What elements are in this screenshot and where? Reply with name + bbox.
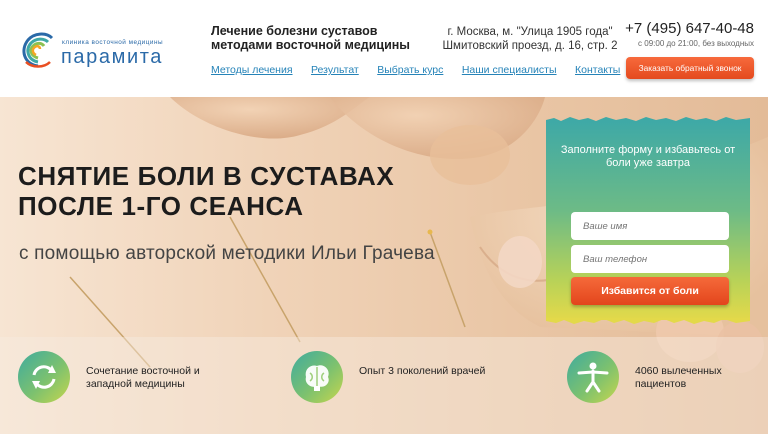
header-tagline: Лечение болезни суставов методами восточ… [211,24,410,52]
site-header: клиника восточной медицины парамита Лече… [0,0,768,97]
form-title: Заполните форму и избавьтесь от боли уже… [560,144,736,169]
phone-input[interactable] [571,245,729,273]
hero-title-line-2: ПОСЛЕ 1-ГО СЕАНСА [18,191,304,221]
logo-name: парамита [61,46,163,68]
refresh-icon [32,365,56,389]
lead-form: Заполните форму и избавьтесь от боли уже… [546,117,750,324]
feature-icon-circle [567,351,619,403]
form-torn-edge-top [546,117,750,123]
name-input[interactable] [571,212,729,240]
feature-text: 4060 вылеченных пациентов [635,365,722,390]
hero-section: СНЯТИЕ БОЛИ В СУСТАВАХ ПОСЛЕ 1-ГО СЕАНСА… [0,97,768,434]
feature-patients: 4060 вылеченных пациентов [567,351,757,407]
hero-title-line-1: СНЯТИЕ БОЛИ В СУСТАВАХ [18,161,395,191]
address: г. Москва, м. "Улица 1905 года" Шмитовск… [440,25,620,53]
phone-number[interactable]: +7 (495) 647-40-48 [618,20,754,37]
feature-text: Опыт 3 поколений врачей [359,365,486,377]
main-nav: Методы лечения Результат Выбрать курс На… [211,60,620,76]
person-stretch-icon [577,362,609,393]
address-line-street: Шмитовский проезд, д. 16, стр. 2 [442,40,618,52]
feature-icon-circle [291,351,343,403]
callback-button[interactable]: Заказать обратный звонок [626,57,754,79]
nav-link-specialists[interactable]: Наши специалисты [462,64,557,76]
feature-experience: Опыт 3 поколений врачей [291,351,511,407]
brain-icon [305,365,329,391]
working-hours: с 09:00 до 21:00, без выходных [638,39,754,48]
nav-link-contacts[interactable]: Контакты [575,64,620,76]
address-line-metro: г. Москва, м. "Улица 1905 года" [447,26,613,38]
hero-subtitle: с помощью авторской методики Ильи Грачев… [19,243,435,264]
logo-small-text: клиника восточной медицины [62,39,164,46]
feature-text: Сочетание восточной и западной медицины [86,365,200,390]
nav-link-result[interactable]: Результат [311,64,359,76]
form-torn-edge-bottom [546,318,750,324]
feature-combination: Сочетание восточной и западной медицины [18,351,238,407]
feature-icon-circle [18,351,70,403]
logo-swirl-icon [22,32,54,68]
nav-link-methods[interactable]: Методы лечения [211,64,293,76]
logo[interactable]: клиника восточной медицины парамита [16,26,191,72]
nav-link-choose-course[interactable]: Выбрать курс [377,64,443,76]
hero-title: СНЯТИЕ БОЛИ В СУСТАВАХ ПОСЛЕ 1-ГО СЕАНСА [18,161,394,221]
submit-button[interactable]: Избавится от боли [571,277,729,305]
